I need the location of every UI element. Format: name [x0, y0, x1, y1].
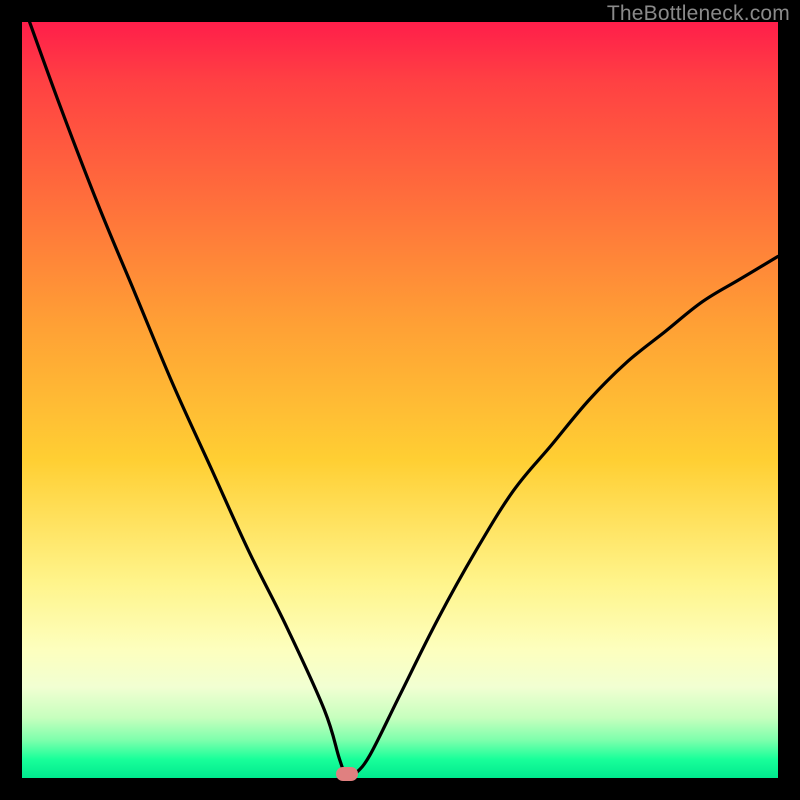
chart-frame: TheBottleneck.com — [0, 0, 800, 800]
plot-area — [22, 22, 778, 778]
optimal-marker — [336, 767, 358, 781]
curve-path — [30, 22, 778, 778]
bottleneck-curve — [22, 22, 778, 778]
